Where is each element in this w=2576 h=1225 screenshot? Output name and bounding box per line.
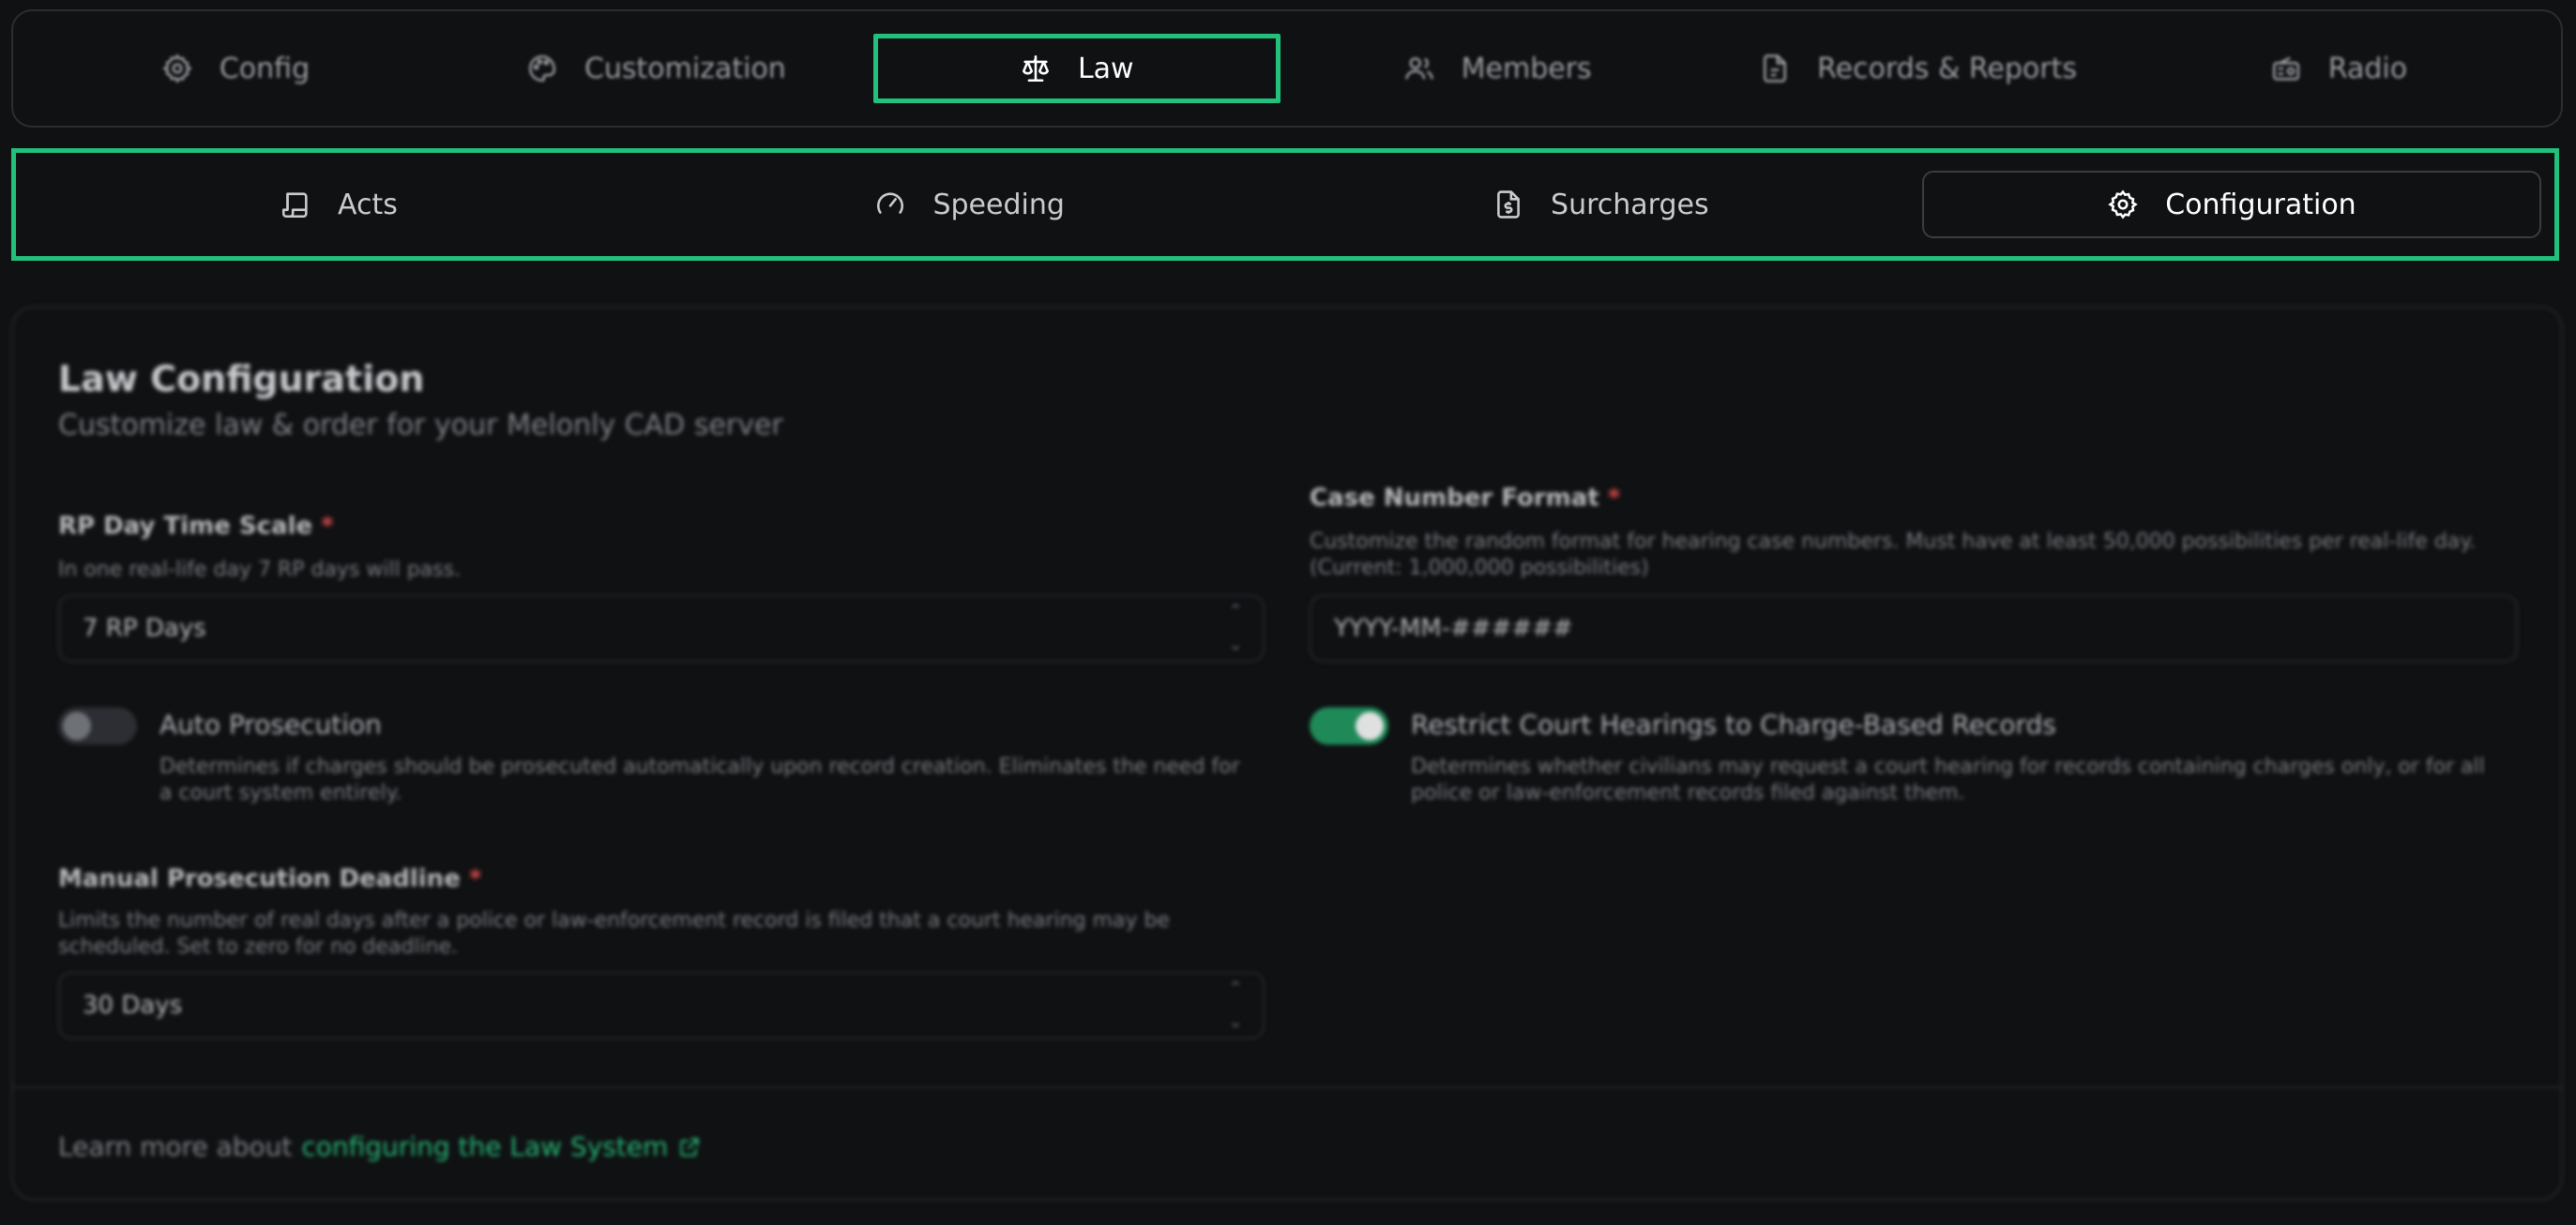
tab-law-label: Law	[1077, 52, 1134, 85]
gear-icon	[2107, 189, 2139, 220]
card-subtitle: Customize law & order for your Melonly C…	[58, 409, 783, 442]
users-icon	[1403, 53, 1435, 84]
chevron-up-icon[interactable]: ⌃	[1228, 979, 1242, 998]
restrict-hearings-label: Restrict Court Hearings to Charge-Based …	[1411, 709, 2056, 740]
tab-records-reports[interactable]: Records & Reports	[1715, 34, 2122, 103]
tab-configuration-label: Configuration	[2165, 188, 2356, 221]
auto-prosecution-help-line1: Determines if charges should be prosecut…	[159, 755, 1240, 779]
tab-acts-label: Acts	[338, 188, 398, 221]
manual-deadline-label: Manual Prosecution Deadline *	[58, 865, 482, 893]
rp-day-value: 7 RP Days	[83, 614, 206, 643]
chevron-down-icon[interactable]: ⌄	[1228, 636, 1242, 655]
restrict-hearings-help: Determines whether civilians may request…	[1411, 754, 2485, 807]
chevron-up-icon[interactable]: ⌃	[1228, 602, 1242, 621]
toggle-knob	[63, 712, 91, 740]
manual-deadline-input[interactable]: 30 Days ⌃ ⌄	[58, 972, 1265, 1039]
tab-radio-label: Radio	[2327, 52, 2408, 85]
case-number-input[interactable]: YYYY-MM-######	[1310, 595, 2518, 662]
palette-icon	[526, 53, 558, 84]
tab-speeding[interactable]: Speeding	[660, 171, 1280, 238]
card-footer: Learn more about configuring the Law Sys…	[58, 1131, 702, 1162]
tab-radio[interactable]: Radio	[2135, 34, 2542, 103]
footer-prefix: Learn more about	[58, 1131, 293, 1162]
sub-nav: Acts Speeding Surcharges Configuration	[11, 148, 2559, 261]
manual-deadline-stepper[interactable]: ⌃ ⌄	[1223, 979, 1248, 1032]
case-number-label: Case Number Format *	[1310, 484, 1620, 512]
manual-deadline-help-line2: scheduled. Set to zero for no deadline.	[58, 935, 459, 959]
required-marker: *	[321, 512, 334, 540]
manual-deadline-help: Limits the number of real days after a p…	[58, 908, 1170, 960]
tab-law[interactable]: Law	[872, 34, 1280, 103]
tab-surcharges-label: Surcharges	[1551, 188, 1709, 221]
tab-configuration[interactable]: Configuration	[1921, 171, 2541, 238]
tab-speeding-label: Speeding	[932, 188, 1065, 221]
manual-deadline-help-line1: Limits the number of real days after a p…	[58, 909, 1171, 932]
restrict-hearings-toggle[interactable]	[1310, 707, 1388, 745]
card-divider	[13, 1086, 2561, 1088]
case-number-help-line2: (Current: 1,000,000 possibilities)	[1310, 556, 1649, 580]
required-marker: *	[1607, 484, 1621, 512]
tab-members[interactable]: Members	[1294, 34, 1701, 103]
radio-icon	[2270, 53, 2302, 84]
rp-day-label: RP Day Time Scale *	[58, 512, 334, 540]
auto-prosecution-toggle[interactable]	[58, 707, 137, 745]
scale-icon	[1020, 53, 1052, 84]
tab-config-label: Config	[219, 52, 311, 85]
rp-day-help: In one real-life day 7 RP days will pass…	[58, 558, 462, 582]
gauge-icon	[874, 189, 906, 220]
manual-deadline-label-text: Manual Prosecution Deadline	[58, 865, 461, 893]
case-number-help: Customize the random format for hearing …	[1310, 529, 2476, 582]
restrict-hearings-help-line1: Determines whether civilians may request…	[1411, 755, 2485, 779]
tab-records-reports-label: Records & Reports	[1817, 52, 2077, 85]
tab-customization[interactable]: Customization	[452, 34, 859, 103]
rp-day-label-text: RP Day Time Scale	[58, 512, 313, 540]
rp-day-stepper[interactable]: ⌃ ⌄	[1223, 602, 1248, 655]
tab-members-label: Members	[1461, 52, 1592, 85]
case-number-label-text: Case Number Format	[1310, 484, 1599, 512]
tab-acts[interactable]: Acts	[29, 171, 648, 238]
auto-prosecution-label: Auto Prosecution	[159, 709, 382, 740]
scroll-icon	[280, 189, 311, 220]
tab-config[interactable]: Config	[32, 34, 439, 103]
law-system-docs-link[interactable]: configuring the Law System	[301, 1131, 668, 1162]
top-nav: Config Customization Law Members Records…	[11, 9, 2563, 128]
card-title: Law Configuration	[58, 358, 425, 400]
case-number-value: YYYY-MM-######	[1334, 614, 1573, 643]
tab-customization-label: Customization	[583, 52, 786, 85]
toggle-knob	[1356, 712, 1384, 740]
dollar-file-icon	[1493, 189, 1524, 220]
chevron-down-icon[interactable]: ⌄	[1228, 1013, 1242, 1032]
auto-prosecution-help: Determines if charges should be prosecut…	[159, 754, 1240, 807]
case-number-help-line1: Customize the random format for hearing …	[1310, 530, 2477, 553]
restrict-hearings-help-line2: police or law-enforcement records filed …	[1411, 781, 1965, 805]
required-marker: *	[468, 865, 482, 893]
manual-deadline-value: 30 Days	[83, 991, 183, 1020]
auto-prosecution-help-line2: a court system entirely.	[159, 781, 402, 805]
external-link-icon[interactable]	[677, 1135, 702, 1159]
gear-icon	[161, 53, 193, 84]
file-icon	[1759, 53, 1791, 84]
rp-day-input[interactable]: 7 RP Days ⌃ ⌄	[58, 595, 1265, 662]
tab-surcharges[interactable]: Surcharges	[1291, 171, 1910, 238]
law-configuration-card: Law Configuration Customize law & order …	[11, 306, 2563, 1201]
